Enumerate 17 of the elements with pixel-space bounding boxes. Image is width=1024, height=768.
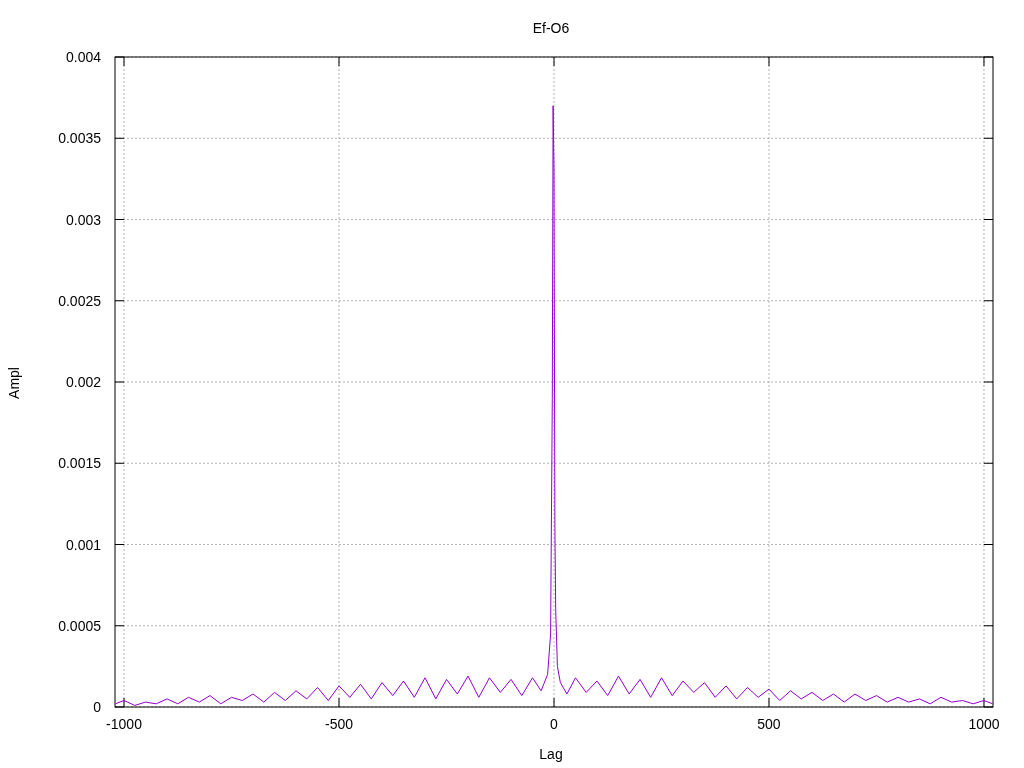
chart-title: Ef-O6: [532, 20, 570, 36]
y-axis-label: Ampl: [6, 367, 22, 399]
x-tick-label: -500: [325, 716, 354, 732]
y-tick-label: 0.004: [65, 49, 101, 65]
x-tick-label: 0: [550, 716, 558, 732]
y-tick-label: 0.0035: [58, 130, 101, 147]
x-axis-label: Lag: [539, 746, 563, 762]
y-tick-label: 0.0025: [58, 292, 101, 309]
y-tick-label: 0.001: [65, 536, 101, 553]
y-tick-label: 0: [93, 699, 101, 715]
x-tick-label: 500: [757, 716, 781, 732]
y-tick-label: 0.0005: [58, 617, 101, 634]
y-tick-label: 0.003: [65, 211, 101, 228]
x-tick-label: 1000: [968, 716, 1000, 732]
x-tick-label: -1000: [106, 716, 142, 732]
y-tick-label: 0.0015: [58, 455, 101, 472]
y-tick-label: 0.002: [65, 374, 101, 390]
